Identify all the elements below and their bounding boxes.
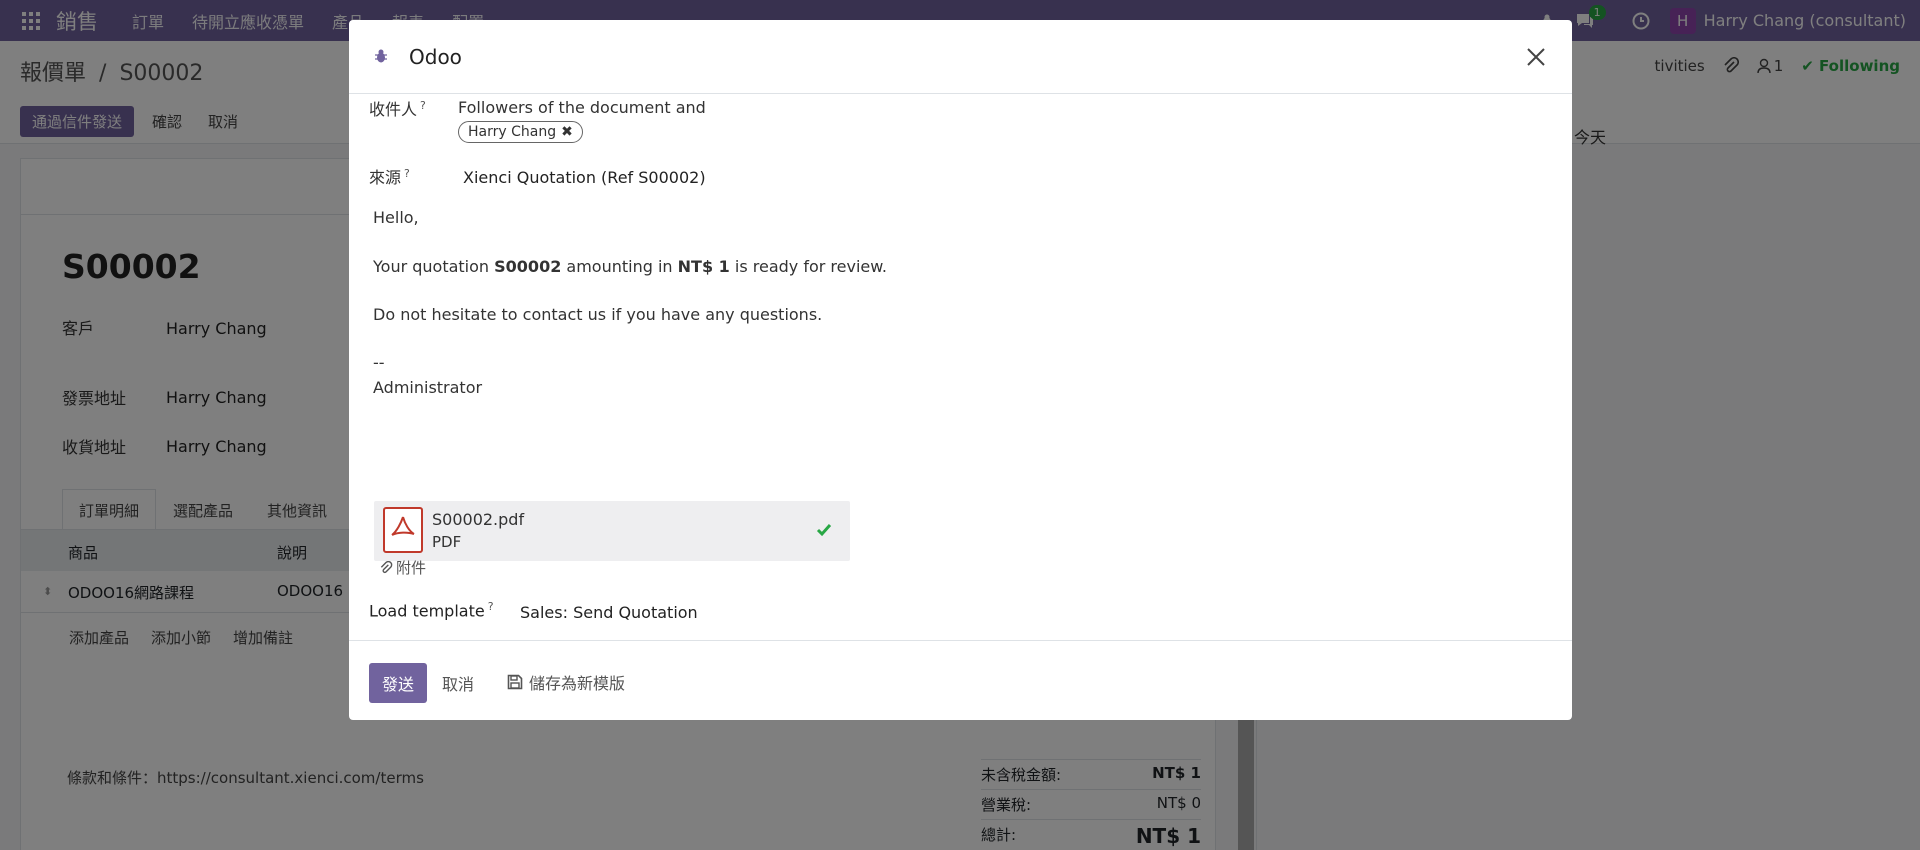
body-q-pre: Your quotation [373, 257, 495, 276]
body-contact-line: Do not hesitate to contact us if you hav… [373, 305, 823, 324]
recipient-tag-label: Harry Chang [468, 124, 557, 140]
body-signature: Administrator [373, 378, 483, 397]
body-greeting: Hello, [373, 208, 419, 227]
recipients-label-text: 收件人 [369, 100, 418, 119]
source-field[interactable]: Xienci Quotation (Ref S00002) [463, 168, 706, 187]
body-q-ref: S00002 [494, 257, 562, 276]
template-select[interactable]: Sales: Send Quotation [520, 603, 698, 622]
body-q-post: is ready for review. [729, 257, 887, 276]
send-button[interactable]: 發送 [369, 663, 428, 703]
attachment-name: S00002.pdf [432, 510, 525, 529]
recipient-tag: Harry Chang ✖ [458, 121, 583, 143]
save-as-template-label: 儲存為新模版 [529, 674, 626, 693]
attach-file-button[interactable]: 附件 [379, 557, 426, 578]
source-label: 來源? [369, 164, 410, 188]
paperclip-icon [380, 560, 393, 573]
help-tooltip[interactable]: ? [404, 167, 410, 180]
load-template-label-text: Load template [369, 601, 485, 621]
save-as-template-button[interactable]: 儲存為新模版 [507, 670, 625, 694]
close-icon[interactable] [1526, 47, 1546, 67]
help-tooltip[interactable]: ? [488, 600, 494, 613]
body-signature-dash: -- [373, 353, 385, 372]
recipients-label: 收件人? [369, 96, 426, 120]
modal-header: Odoo [349, 20, 1572, 94]
modal-body: 收件人? Followers of the document and Harry… [349, 94, 1572, 640]
compose-email-dialog: Odoo 收件人? Followers of the document and … [349, 20, 1572, 720]
recipients-text: Followers of the document and [458, 98, 706, 117]
attach-file-label: 附件 [396, 559, 427, 577]
remove-tag-icon[interactable]: ✖ [561, 124, 573, 140]
attachment-type: PDF [432, 533, 462, 551]
pdf-file-icon [383, 507, 423, 553]
debug-bug-icon [375, 49, 387, 63]
cancel-button[interactable]: 取消 [442, 671, 474, 695]
body-q-mid: amounting in [561, 257, 678, 276]
modal-footer: 發送 取消 儲存為新模版 [349, 640, 1572, 720]
body-quotation-line: Your quotation S00002 amounting in NT$ 1… [373, 257, 887, 276]
modal-title: Odoo [409, 45, 462, 69]
check-icon [816, 524, 832, 537]
body-q-amount: NT$ 1 [677, 257, 730, 276]
help-tooltip[interactable]: ? [420, 99, 426, 112]
save-icon [507, 674, 523, 690]
source-label-text: 來源 [369, 168, 402, 187]
load-template-label: Load template? [369, 600, 494, 620]
attachment-card[interactable]: S00002.pdf PDF [374, 501, 850, 561]
